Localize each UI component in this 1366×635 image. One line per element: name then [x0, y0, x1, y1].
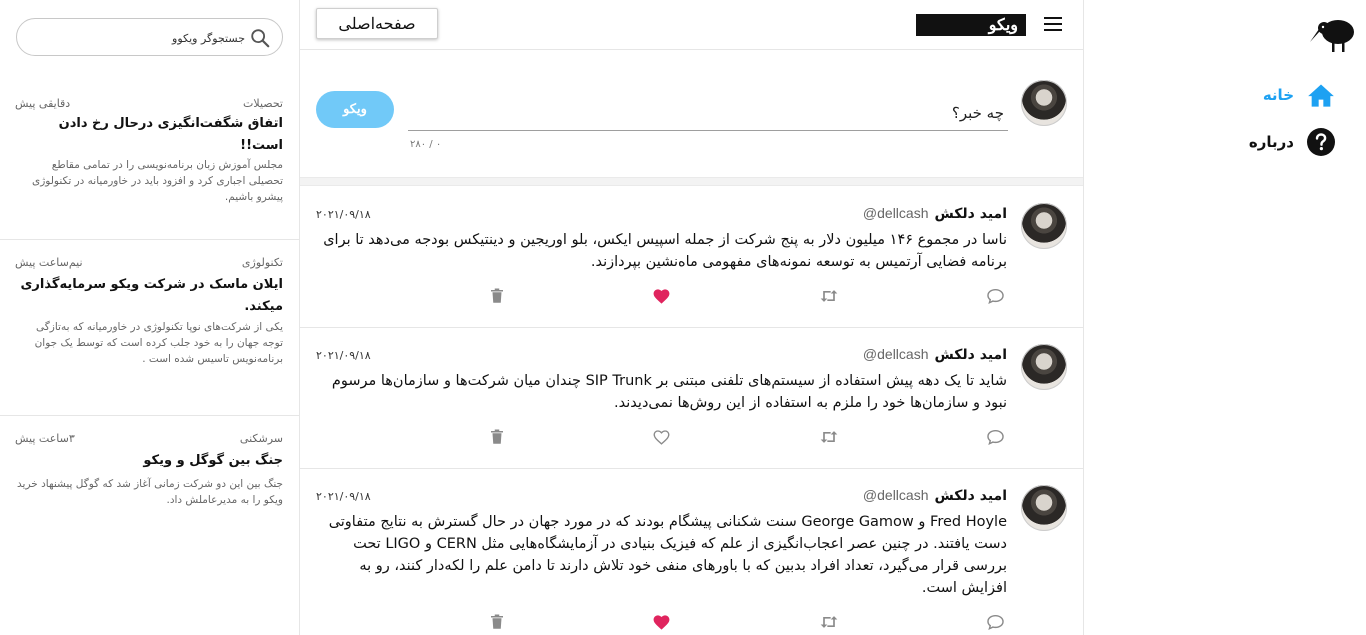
tweet-actions	[300, 426, 1083, 448]
delete-icon[interactable]	[486, 611, 508, 633]
avatar[interactable]	[1021, 344, 1067, 390]
author-handle[interactable]: @dellcash	[863, 487, 929, 503]
author-handle[interactable]: @dellcash	[863, 346, 929, 362]
search-icon[interactable]	[249, 27, 271, 49]
avatar[interactable]	[1021, 203, 1067, 249]
news-title[interactable]: جنگ بین گوگل و ویکو	[15, 450, 283, 472]
tweet-date: ۲۰۲۱/۰۹/۱۸	[316, 208, 371, 221]
nav-about[interactable]: درباره	[1249, 127, 1336, 157]
tweet-text: ناسا در مجموع ۱۴۶ میلیون دلار به پنج شرک…	[323, 232, 1007, 270]
nav-about-label: درباره	[1248, 133, 1294, 151]
tweet[interactable]: امید دلکش @dellcash ۲۰۲۱/۰۹/۱۸ شاید تا ی…	[300, 328, 1083, 469]
nav-home[interactable]: خانه	[1263, 80, 1336, 110]
news-time: دقایقی پیش	[15, 97, 71, 110]
heart-icon[interactable]	[650, 285, 672, 307]
tweet-composer: ۲۸۰ / ۰ ویکو	[300, 51, 1083, 177]
heart-outline-icon[interactable]	[650, 426, 672, 448]
comment-icon[interactable]	[984, 426, 1006, 448]
news-meta: سرشکنی ۳ساعت پیش	[15, 432, 283, 446]
retweet-icon[interactable]	[818, 611, 840, 633]
news-description: مجلس آموزش زبان برنامه‌نویسی را در تمامی…	[32, 159, 283, 203]
tweet-header: امید دلکش @dellcash	[863, 346, 1007, 363]
home-page-button[interactable]: صفحه‌اصلی	[316, 8, 438, 39]
right-navigation: خانه درباره	[1084, 0, 1366, 635]
delete-icon[interactable]	[486, 285, 508, 307]
tweet-actions	[300, 611, 1083, 633]
author-name[interactable]: امید دلکش	[934, 206, 1007, 222]
tweet-date: ۲۰۲۱/۰۹/۱۸	[316, 490, 371, 503]
comment-icon[interactable]	[984, 611, 1006, 633]
news-meta: تکنولوژی نیم‌ساعت پیش	[15, 256, 283, 270]
brand-wordmark: ویکو	[916, 14, 1026, 36]
brand-logo[interactable]: ویکو	[908, 12, 1038, 38]
tweet-actions	[300, 285, 1083, 307]
tweet-text: شاید تا یک دهه پیش استفاده از سیستم‌های …	[331, 373, 1007, 411]
retweet-icon[interactable]	[818, 285, 840, 307]
news-category: سرشکنی	[239, 432, 283, 445]
main-feed: صفحه‌اصلی ویکو ۲۸۰ / ۰ ویکو امید دلکش @d…	[299, 0, 1084, 635]
section-divider	[300, 177, 1083, 186]
help-circle-icon	[1306, 127, 1336, 157]
author-name[interactable]: امید دلکش	[934, 488, 1007, 504]
char-counter: ۲۸۰ / ۰	[410, 139, 442, 150]
delete-icon[interactable]	[486, 426, 508, 448]
news-category: تحصیلات	[243, 97, 283, 110]
author-handle[interactable]: @dellcash	[863, 205, 929, 221]
news-item[interactable]: تکنولوژی نیم‌ساعت پیش ایلان ماسک در شرکت…	[0, 240, 299, 416]
tweet-list: امید دلکش @dellcash ۲۰۲۱/۰۹/۱۸ ناسا در م…	[300, 187, 1083, 635]
brand-name: ویکو	[988, 15, 1018, 34]
search-input[interactable]	[27, 27, 245, 49]
send-tweet-button[interactable]: ویکو	[316, 91, 394, 128]
search-box[interactable]	[16, 18, 283, 56]
news-title[interactable]: اتفاق شگفت‌انگیزی درحال رخ دادن است!!	[15, 113, 283, 157]
tweet[interactable]: امید دلکش @dellcash ۲۰۲۱/۰۹/۱۸ Fred Hoyl…	[300, 469, 1083, 635]
news-time: نیم‌ساعت پیش	[15, 256, 83, 269]
tweet-header: امید دلکش @dellcash	[863, 205, 1007, 222]
news-item[interactable]: سرشکنی ۳ساعت پیش جنگ بین گوگل و ویکو جنگ…	[0, 416, 299, 536]
tweet-text: Fred Hoyle و George Gamow سنت شکنانی پیش…	[328, 514, 1007, 596]
news-time: ۳ساعت پیش	[15, 432, 75, 445]
news-description: جنگ بین این دو شرکت زمانی آغاز شد که گوگ…	[17, 478, 283, 506]
avatar[interactable]	[1021, 485, 1067, 531]
hamburger-menu-icon[interactable]	[1044, 15, 1066, 33]
compose-input[interactable]	[408, 95, 1008, 131]
news-item[interactable]: تحصیلات دقایقی پیش اتفاق شگفت‌انگیزی درح…	[0, 93, 299, 240]
tweet-header: امید دلکش @dellcash	[863, 487, 1007, 504]
comment-icon[interactable]	[984, 285, 1006, 307]
news-description: یکی از شرکت‌های نوپا تکنولوژی در خاورمیا…	[34, 321, 283, 365]
avatar	[1021, 80, 1067, 126]
retweet-icon[interactable]	[818, 426, 840, 448]
news-category: تکنولوژی	[241, 256, 283, 269]
home-icon	[1306, 80, 1336, 110]
tweet-date: ۲۰۲۱/۰۹/۱۸	[316, 349, 371, 362]
news-meta: تحصیلات دقایقی پیش	[15, 97, 283, 111]
news-title[interactable]: ایلان ماسک در شرکت ویکو سرمایه‌گذاری میک…	[15, 274, 283, 318]
top-bar: صفحه‌اصلی ویکو	[300, 0, 1083, 50]
nav-home-label: خانه	[1262, 86, 1294, 104]
kiwi-bird-icon[interactable]	[1308, 16, 1358, 56]
heart-icon[interactable]	[650, 611, 672, 633]
author-name[interactable]: امید دلکش	[934, 347, 1007, 363]
tweet[interactable]: امید دلکش @dellcash ۲۰۲۱/۰۹/۱۸ ناسا در م…	[300, 187, 1083, 328]
news-sidebar: تحصیلات دقایقی پیش اتفاق شگفت‌انگیزی درح…	[0, 0, 299, 635]
